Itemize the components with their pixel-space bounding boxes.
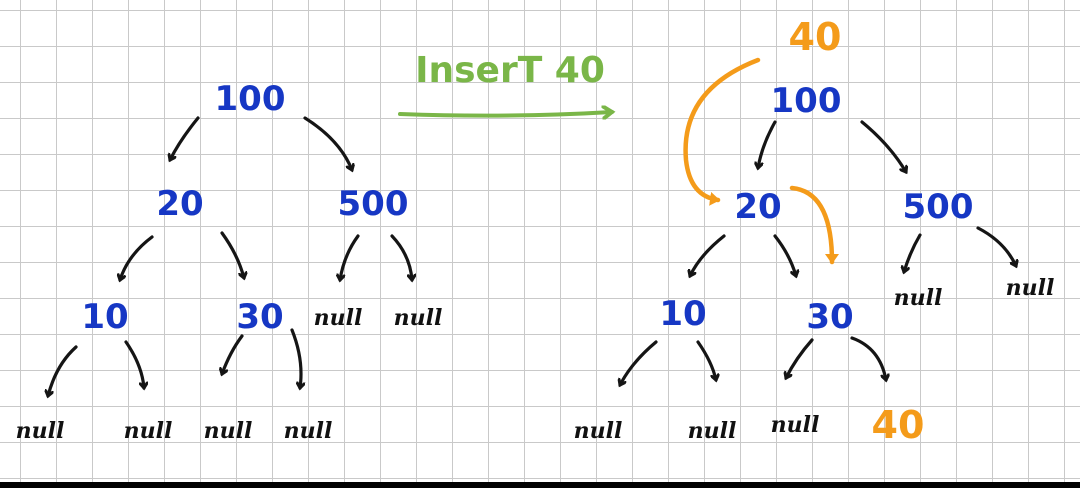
after-node-20: 20 <box>734 187 781 227</box>
bottom-edge-bar <box>0 482 1080 488</box>
before-node-30: 30 <box>236 297 283 337</box>
edge-arrow <box>220 231 244 278</box>
insert-caption: InserT 40 <box>398 50 612 116</box>
insert-path-arrow-node20 <box>789 185 839 265</box>
after-node-500: 500 <box>903 187 974 227</box>
edge-arrow <box>786 338 814 378</box>
bst-insert-diagram: 100 20 500 10 30 null null null null nul… <box>16 15 1055 447</box>
before-node-20: 20 <box>156 184 203 224</box>
after-tree: 40 100 20 500 10 30 null null null null … <box>574 15 1055 447</box>
edge-arrow <box>976 226 1016 266</box>
edge-arrow <box>48 345 78 396</box>
edge-arrow <box>904 233 922 272</box>
after-null-30-left: null <box>771 412 820 438</box>
after-node-10: 10 <box>659 294 706 334</box>
edge-arrow <box>696 340 716 380</box>
edge-arrow <box>290 328 301 388</box>
before-null-10-right: null <box>124 418 173 444</box>
before-null-500-left: null <box>314 305 363 331</box>
edge-arrow <box>120 235 154 280</box>
insert-path-arrow-root <box>683 57 761 206</box>
edge-arrow <box>620 340 658 385</box>
edge-arrow <box>690 234 726 276</box>
edge-arrow <box>124 340 144 388</box>
before-node-500: 500 <box>338 184 409 224</box>
after-root-node: 100 <box>771 81 842 121</box>
edge-arrow <box>390 234 412 280</box>
before-node-10: 10 <box>81 297 128 337</box>
before-null-10-left: null <box>16 418 65 444</box>
caption-text: InserT 40 <box>415 50 605 91</box>
edge-arrow <box>222 334 244 374</box>
edge-arrow <box>850 336 886 380</box>
edge-arrow <box>860 120 906 172</box>
caption-arrow <box>398 112 612 116</box>
edge-arrow <box>758 120 777 168</box>
incoming-value-label: 40 <box>789 15 842 59</box>
inserted-node-40: 40 <box>872 403 925 447</box>
after-null-500-right: null <box>1006 275 1055 301</box>
edge-arrow <box>303 116 352 170</box>
after-null-10-left: null <box>574 418 623 444</box>
after-null-10-right: null <box>688 418 737 444</box>
before-tree: 100 20 500 10 30 null null null null nul… <box>16 79 443 444</box>
before-null-30-left: null <box>204 418 253 444</box>
edge-arrow <box>340 234 360 280</box>
after-null-500-left: null <box>894 285 943 311</box>
before-null-500-right: null <box>394 305 443 331</box>
after-node-30: 30 <box>806 297 853 337</box>
before-null-30-right: null <box>284 418 333 444</box>
before-root-node: 100 <box>215 79 286 119</box>
edge-arrow <box>170 116 200 160</box>
edge-arrow <box>773 234 796 276</box>
